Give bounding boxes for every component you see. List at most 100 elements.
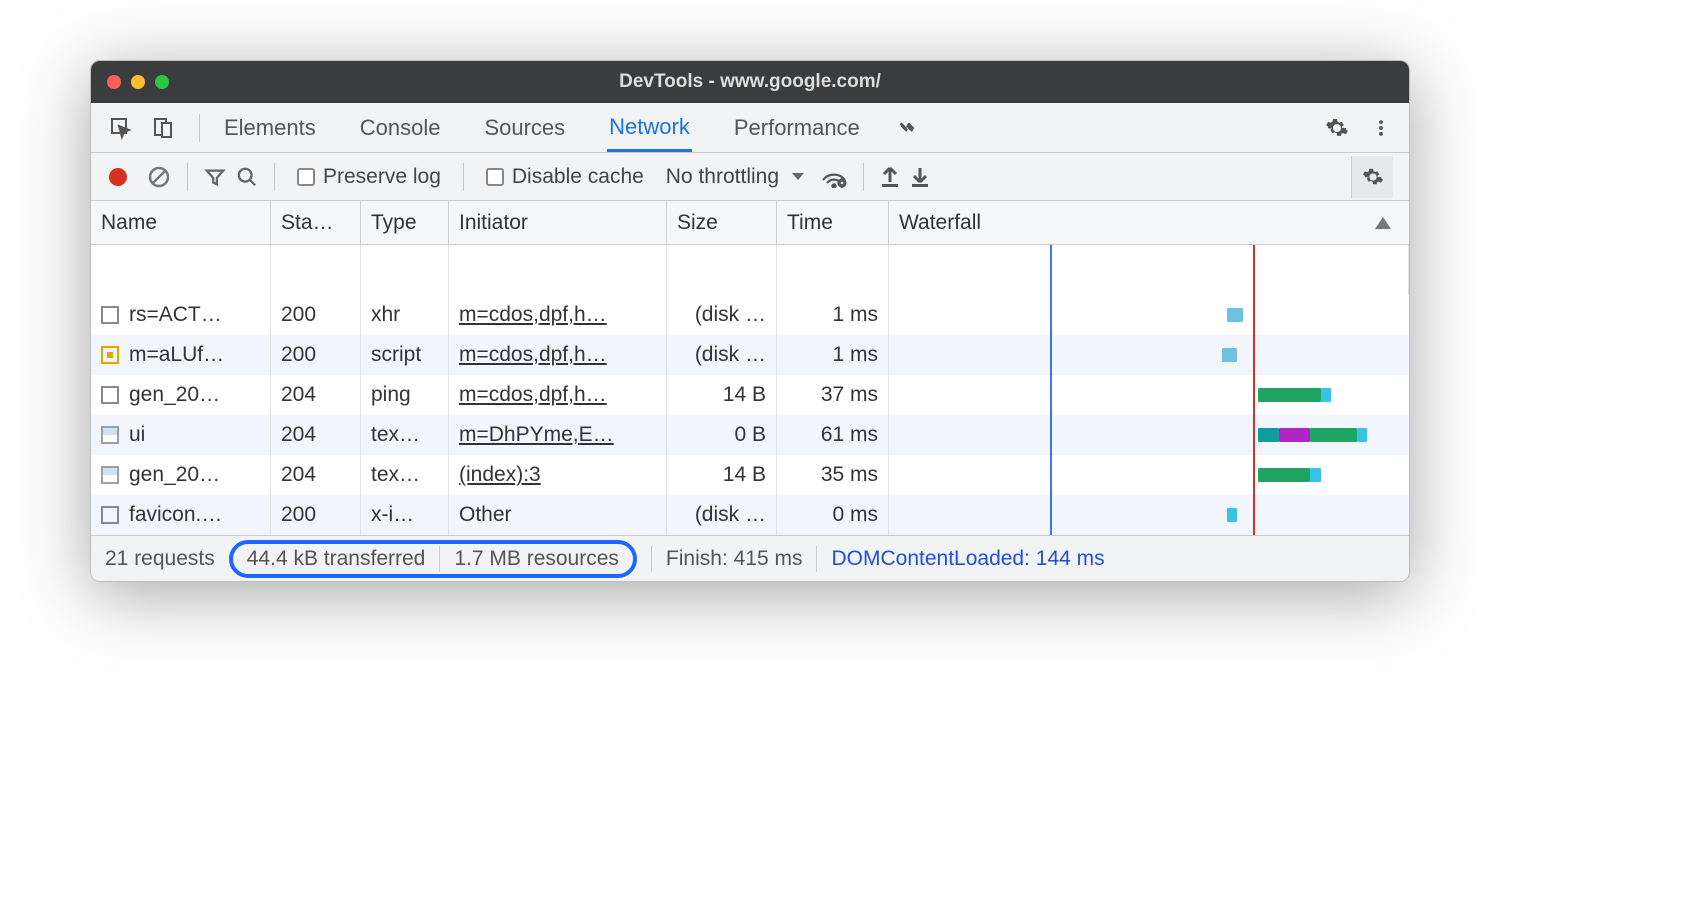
- disable-cache-checkbox[interactable]: Disable cache: [480, 161, 650, 193]
- request-type: xhr: [361, 295, 449, 335]
- devtools-tabbar: Elements Console Sources Network Performance: [91, 103, 1409, 153]
- col-time[interactable]: Time: [777, 201, 889, 244]
- tab-elements[interactable]: Elements: [222, 105, 318, 150]
- throttling-label: No throttling: [666, 165, 779, 189]
- request-size: (disk …: [667, 295, 777, 335]
- request-status: 204: [271, 415, 361, 455]
- request-time: 61 ms: [777, 415, 889, 455]
- more-tabs-icon[interactable]: [896, 117, 918, 139]
- sort-asc-icon: [1375, 217, 1391, 229]
- divider: [863, 163, 864, 191]
- col-status[interactable]: Sta…: [271, 201, 361, 244]
- filter-icon[interactable]: [204, 166, 226, 188]
- table-row[interactable]: gen_20…204pingm=cdos,dpf,h…14 B37 ms: [91, 375, 1409, 415]
- device-toggle-icon[interactable]: [151, 116, 175, 140]
- request-name: ui: [129, 423, 145, 447]
- table-body: rs=ACT…200xhrm=cdos,dpf,h…(disk …1 msm=a…: [91, 245, 1409, 535]
- search-icon[interactable]: [236, 166, 258, 188]
- waterfall-cell: [889, 495, 1409, 535]
- table-row[interactable]: rs=ACT… 200xhrm=cdos,dpf,h…(disk …1 ms: [91, 295, 1409, 335]
- request-type: tex…: [361, 455, 449, 495]
- clear-icon[interactable]: [147, 165, 171, 189]
- col-waterfall[interactable]: Waterfall: [889, 201, 1409, 244]
- divider: [274, 163, 275, 191]
- table-row[interactable]: favicon.… 200x-i…Other(disk …0 ms: [91, 495, 1409, 535]
- preserve-log-label: Preserve log: [323, 165, 441, 189]
- preserve-log-checkbox[interactable]: Preserve log: [291, 161, 447, 193]
- throttling-select[interactable]: No throttling: [660, 161, 811, 193]
- request-time: 0 ms: [777, 495, 889, 535]
- request-name: favicon.…: [129, 503, 222, 527]
- request-size: (disk …: [667, 495, 777, 535]
- window-title: DevTools - www.google.com/: [91, 71, 1409, 93]
- file-type-icon: [101, 466, 119, 484]
- inspect-icon[interactable]: [109, 116, 133, 140]
- request-size: 14 B: [667, 375, 777, 415]
- table-row[interactable]: m=aLUf… 200scriptm=cdos,dpf,h…(disk …1 ms: [91, 335, 1409, 375]
- status-requests: 21 requests: [105, 547, 215, 571]
- status-dcl: DOMContentLoaded: 144 ms: [831, 547, 1104, 571]
- export-har-icon[interactable]: [910, 166, 930, 188]
- tab-network[interactable]: Network: [607, 104, 692, 152]
- settings-icon[interactable]: [1325, 116, 1349, 140]
- request-time: 1 ms: [777, 335, 889, 375]
- request-time: 1 ms: [777, 295, 889, 335]
- table-row[interactable]: ui 204tex…m=DhPYme,E…0 B61 ms: [91, 415, 1409, 455]
- request-type: ping: [361, 375, 449, 415]
- file-type-icon: [101, 306, 119, 324]
- table-header-row: Name Sta… Type Initiator Size Time Water…: [91, 201, 1409, 245]
- file-type-icon: [101, 506, 119, 524]
- request-initiator[interactable]: m=DhPYme,E…: [449, 415, 667, 455]
- request-name: m=aLUf…: [129, 343, 224, 367]
- request-status: 200: [271, 495, 361, 535]
- status-finish: Finish: 415 ms: [666, 547, 803, 571]
- file-type-icon: [101, 426, 119, 444]
- request-size: (disk …: [667, 335, 777, 375]
- request-type: tex…: [361, 415, 449, 455]
- request-initiator[interactable]: m=cdos,dpf,h…: [449, 295, 667, 335]
- divider: [187, 163, 188, 191]
- waterfall-cell: [889, 455, 1409, 495]
- tab-sources[interactable]: Sources: [482, 105, 567, 150]
- col-initiator[interactable]: Initiator: [449, 201, 667, 244]
- waterfall-cell: [889, 415, 1409, 455]
- tab-performance[interactable]: Performance: [732, 105, 862, 150]
- request-status: 200: [271, 335, 361, 375]
- col-name[interactable]: Name: [91, 201, 271, 244]
- status-resources: 1.7 MB resources: [454, 547, 619, 571]
- request-status: 204: [271, 455, 361, 495]
- import-har-icon[interactable]: [880, 166, 900, 188]
- record-icon[interactable]: [109, 168, 127, 186]
- request-type: x-i…: [361, 495, 449, 535]
- titlebar: DevTools - www.google.com/: [91, 61, 1409, 103]
- tab-console[interactable]: Console: [358, 105, 443, 150]
- divider: [199, 114, 200, 142]
- request-initiator[interactable]: m=cdos,dpf,h…: [449, 335, 667, 375]
- waterfall-cell: [889, 335, 1409, 375]
- request-initiator[interactable]: Other: [449, 495, 667, 535]
- col-type[interactable]: Type: [361, 201, 449, 244]
- request-time: 37 ms: [777, 375, 889, 415]
- request-size: 14 B: [667, 455, 777, 495]
- devtools-window: DevTools - www.google.com/ Elements Conso…: [90, 60, 1410, 582]
- request-name: gen_20…: [129, 463, 220, 487]
- table-row[interactable]: gen_20…204tex…(index):314 B35 ms: [91, 455, 1409, 495]
- request-initiator[interactable]: (index):3: [449, 455, 667, 495]
- network-toolbar: Preserve log Disable cache No throttling: [91, 153, 1409, 201]
- request-initiator[interactable]: m=cdos,dpf,h…: [449, 375, 667, 415]
- panel-tabs: Elements Console Sources Network Performance: [222, 104, 862, 152]
- col-size[interactable]: Size: [667, 201, 777, 244]
- disable-cache-label: Disable cache: [512, 165, 644, 189]
- request-name: rs=ACT…: [129, 303, 222, 327]
- file-type-icon: [101, 346, 119, 364]
- status-bar: 21 requests 44.4 kB transferred 1.7 MB r…: [91, 535, 1409, 581]
- request-size: 0 B: [667, 415, 777, 455]
- request-status: 200: [271, 295, 361, 335]
- spacer-row: [91, 245, 1409, 295]
- status-transferred: 44.4 kB transferred: [247, 547, 426, 571]
- request-type: script: [361, 335, 449, 375]
- kebab-menu-icon[interactable]: [1371, 116, 1391, 140]
- highlight-oval: 44.4 kB transferred 1.7 MB resources: [229, 540, 637, 578]
- network-settings-icon[interactable]: [1351, 156, 1393, 198]
- network-conditions-icon[interactable]: [821, 166, 847, 188]
